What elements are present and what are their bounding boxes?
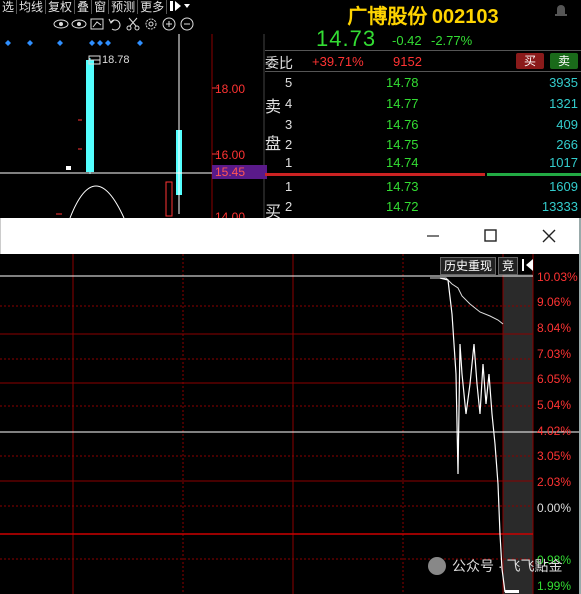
axis-label-18: 18.00: [215, 82, 246, 96]
stock-title: 广博股份 002103: [265, 0, 581, 28]
signal-markers: [5, 40, 143, 46]
pct-label: 9.06%: [537, 295, 572, 309]
ask-price: 14.76: [386, 117, 419, 132]
ask-level: 3: [285, 117, 293, 132]
history-replay-button[interactable]: 历史重现: [440, 257, 497, 275]
toolbar-item-ma[interactable]: 均线: [17, 0, 47, 14]
bid-price: 14.72: [386, 199, 419, 214]
undo-icon[interactable]: [106, 16, 124, 32]
last-price: 14.73: [316, 26, 377, 51]
pct-label: 10.03%: [537, 270, 578, 284]
kline-icon-row: [52, 16, 212, 34]
max-marker-icon: [88, 55, 101, 65]
current-marker: [505, 590, 519, 593]
intraday-price-line: [439, 277, 506, 593]
indicator-curve: [69, 185, 125, 218]
ask-level: 4: [285, 96, 293, 111]
sell-button[interactable]: 卖: [550, 53, 578, 69]
ask-price: 14.77: [386, 96, 419, 111]
pct-label: 4.02%: [537, 424, 572, 438]
bid-volume: 1609: [549, 179, 578, 194]
sell-side-label-1: 卖: [265, 99, 282, 116]
kline-toolbar: 选 均线 复权 叠 窗 预测 更多: [0, 0, 212, 14]
max-price-label: 18.78: [88, 54, 130, 66]
pct-label: 5.04%: [537, 398, 572, 412]
order-ratio-bar-red: [265, 173, 485, 176]
zoom-in-icon[interactable]: [160, 16, 178, 32]
collapse-arrow-icon[interactable]: [520, 257, 536, 273]
watermark: 公众号 · 飞飞點金: [428, 556, 562, 576]
bid-level: 1: [285, 179, 293, 194]
toolbar-item-overlay[interactable]: 叠: [75, 0, 93, 14]
gear-icon[interactable]: [142, 16, 160, 32]
toolbar-item-forecast[interactable]: 预测: [109, 0, 139, 14]
ask-price: 14.75: [386, 137, 419, 152]
intraday-buttons: 历史重现 竞: [440, 257, 536, 275]
toolbar-item-select[interactable]: 选: [0, 0, 18, 14]
pct-label: 3.05%: [537, 449, 572, 463]
order-ratio-bar-green: [487, 173, 581, 176]
ask-level: 2: [285, 137, 293, 152]
pct-label: 8.04%: [537, 321, 572, 335]
toolbar-item-adjust[interactable]: 复权: [46, 0, 76, 14]
close-icon[interactable]: [537, 228, 561, 244]
buy-button[interactable]: 买: [516, 53, 544, 69]
price-change-pct: -2.77%: [431, 33, 473, 48]
stock-name: 广博股份: [347, 6, 428, 28]
ask-volume: 409: [556, 117, 578, 132]
ask-volume: 3935: [549, 75, 578, 90]
ask-volume: 1017: [549, 155, 578, 170]
toolbar-expand-button[interactable]: [167, 0, 193, 14]
ask-volume: 1321: [549, 96, 578, 111]
pct-label: 6.05%: [537, 372, 572, 386]
intraday-chart[interactable]: 10.03% 9.06% 8.04% 7.03% 6.05% 5.04% 4.0…: [0, 254, 579, 594]
maximize-icon[interactable]: [479, 228, 503, 244]
current-price-tag: 15.45: [212, 165, 267, 179]
ask-price: 14.74: [386, 155, 419, 170]
toolbar-item-window[interactable]: 窗: [92, 0, 110, 14]
bell-icon[interactable]: [552, 3, 570, 17]
ask-level: 5: [285, 75, 293, 90]
pct-label: 2.03%: [537, 475, 572, 489]
minimize-icon[interactable]: [421, 228, 445, 244]
zoom-out-icon[interactable]: [178, 16, 196, 32]
pct-label: 1.99%: [537, 579, 572, 593]
intraday-chart-canvas: [0, 254, 579, 594]
window-titlebar[interactable]: [0, 218, 580, 254]
bid-price: 14.73: [386, 179, 419, 194]
price-change: -0.42: [392, 33, 422, 48]
pct-label: 0.00%: [537, 501, 572, 515]
eye-icon[interactable]: [52, 16, 70, 32]
vertical-grid: [72, 254, 534, 594]
toolbar-item-more[interactable]: 更多: [138, 0, 168, 14]
weibi-label: 委比: [265, 55, 293, 71]
expand-arrow-icon: [170, 1, 191, 11]
ask-level: 1: [285, 155, 293, 170]
candle-down: [165, 181, 173, 217]
weicha-value: 9152: [393, 54, 422, 69]
sell-side-label-2: 盘: [265, 136, 282, 153]
ask-volume: 266: [556, 137, 578, 152]
axis-label-16: 16.00: [215, 148, 246, 162]
pct-label: 7.03%: [537, 347, 572, 361]
auction-area: [503, 274, 533, 594]
wechat-logo-icon: [428, 557, 446, 575]
bid-level: 2: [285, 199, 293, 214]
ask-price: 14.78: [386, 75, 419, 90]
weibi-value: +39.71%: [312, 54, 364, 69]
scissors-icon[interactable]: [124, 16, 142, 32]
candle-small: [66, 166, 71, 170]
chart-icon[interactable]: [88, 16, 106, 32]
kline-chart[interactable]: [0, 34, 265, 218]
avg-price-line: [430, 277, 504, 325]
eye-icon[interactable]: [70, 16, 88, 32]
bid-volume: 13333: [541, 199, 578, 214]
stock-code: 002103: [431, 6, 499, 28]
auction-button[interactable]: 竞: [498, 257, 519, 275]
